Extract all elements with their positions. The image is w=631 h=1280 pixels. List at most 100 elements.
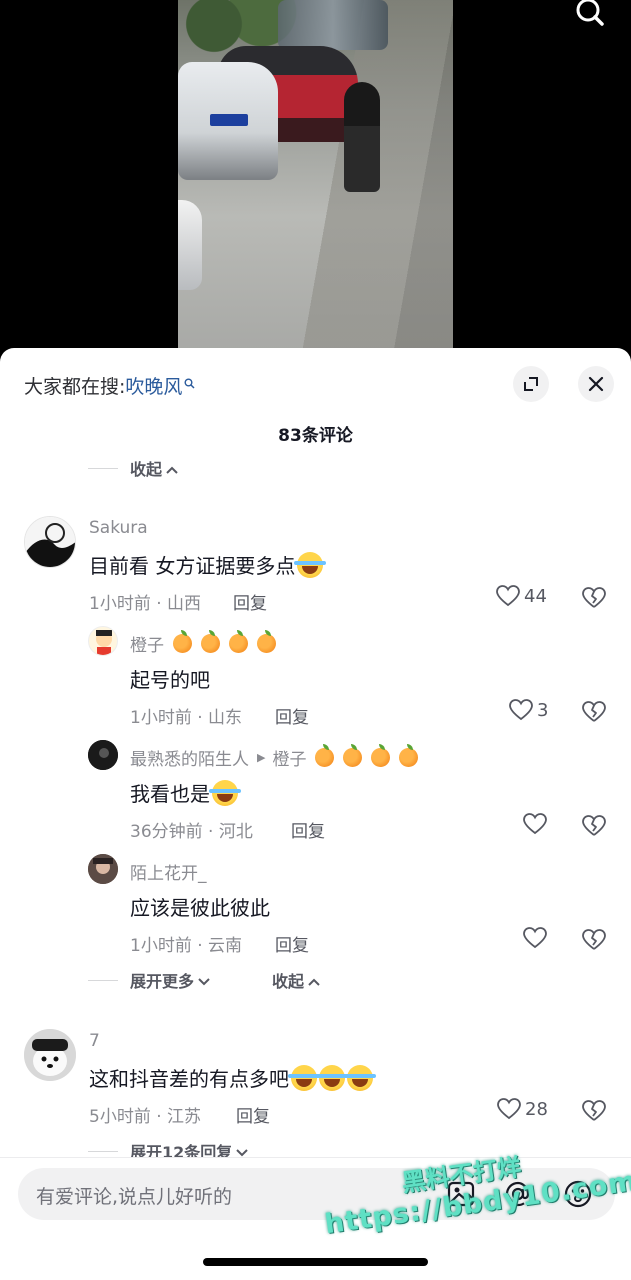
expand-button[interactable] bbox=[513, 366, 549, 402]
avatar[interactable] bbox=[88, 854, 118, 884]
like-button[interactable] bbox=[523, 813, 547, 835]
everyone-search-prefix: 大家都在搜: bbox=[24, 376, 126, 398]
reply-username[interactable]: 橙子 bbox=[130, 630, 276, 656]
reply-button[interactable]: 回复 bbox=[275, 703, 309, 728]
comment-meta: 5小时前 · 江苏 bbox=[89, 1107, 202, 1127]
heart-icon bbox=[497, 1098, 521, 1120]
dislike-button[interactable] bbox=[581, 1100, 607, 1126]
reply-button[interactable]: 回复 bbox=[291, 817, 325, 842]
like-count: 3 bbox=[537, 699, 549, 721]
broken-heart-icon bbox=[582, 587, 606, 608]
orange-emoji-icon bbox=[229, 630, 248, 653]
expand-more-label: 展开更多 bbox=[130, 972, 195, 991]
everyone-search-keyword[interactable]: 吹晚风 bbox=[125, 376, 182, 398]
image-icon[interactable] bbox=[445, 1178, 477, 1210]
emoji-icon[interactable] bbox=[562, 1178, 594, 1210]
video-player[interactable] bbox=[0, 0, 631, 360]
comment-count-title: 83条评论 bbox=[278, 426, 353, 446]
search-icon[interactable] bbox=[570, 0, 610, 30]
like-button[interactable]: 28 bbox=[497, 1098, 548, 1120]
reply-button[interactable]: 回复 bbox=[236, 1102, 270, 1127]
laugh-cry-emoji-icon bbox=[288, 1064, 320, 1091]
orange-emoji-icon bbox=[201, 630, 220, 653]
video-cars-back bbox=[278, 0, 388, 50]
heart-icon bbox=[496, 585, 520, 607]
dislike-button[interactable] bbox=[581, 701, 607, 727]
reply-meta: 36分钟前 · 河北 bbox=[130, 822, 253, 842]
close-icon bbox=[588, 376, 604, 392]
orange-emoji-icon bbox=[371, 744, 391, 767]
like-count: 44 bbox=[524, 585, 547, 607]
comment-input[interactable]: 有爱评论,说点儿好听的 bbox=[18, 1168, 615, 1220]
comment-input-placeholder: 有爱评论,说点儿好听的 bbox=[36, 1186, 233, 1208]
like-button[interactable] bbox=[523, 927, 547, 949]
laugh-cry-emoji-icon bbox=[294, 551, 327, 578]
comment-text: 这和抖音差的有点多吧 bbox=[89, 1063, 376, 1092]
broken-heart-icon bbox=[582, 815, 606, 836]
bottom-divider bbox=[0, 1157, 631, 1158]
heart-icon bbox=[509, 699, 533, 721]
reply-text: 我看也是 bbox=[130, 778, 241, 807]
orange-emoji-icon bbox=[173, 630, 192, 653]
divider-line bbox=[88, 979, 118, 981]
chevron-down-icon bbox=[198, 971, 210, 990]
heart-icon bbox=[523, 813, 547, 835]
comment-username[interactable]: 7 bbox=[89, 1031, 100, 1051]
reply-text-content: 我看也是 bbox=[130, 782, 210, 806]
collapse-label: 收起 bbox=[272, 972, 305, 991]
everyone-search-bar[interactable]: 大家都在搜:吹晚风 bbox=[24, 372, 195, 399]
collapse-label: 收起 bbox=[130, 460, 163, 479]
comment-text-content: 目前看 女方证据要多点 bbox=[89, 554, 296, 578]
collapse-replies-button[interactable]: 收起 bbox=[272, 968, 320, 992]
dislike-button[interactable] bbox=[581, 587, 607, 613]
reply-username[interactable]: 陌上花开_ bbox=[130, 859, 207, 884]
reply-button[interactable]: 回复 bbox=[275, 931, 309, 956]
reply-username-text: 橙子 bbox=[130, 636, 164, 656]
reply-username-text: 最熟悉的陌生人 bbox=[130, 750, 249, 770]
comment-text-content: 这和抖音差的有点多吧 bbox=[89, 1067, 289, 1091]
avatar[interactable] bbox=[24, 1029, 76, 1081]
reply-text: 应该是彼此彼此 bbox=[130, 896, 270, 920]
laugh-cry-emoji-icon bbox=[316, 1064, 348, 1091]
like-button[interactable]: 3 bbox=[509, 699, 548, 721]
avatar[interactable] bbox=[88, 740, 118, 770]
divider-line bbox=[88, 467, 118, 469]
dislike-button[interactable] bbox=[581, 815, 607, 841]
mention-icon[interactable] bbox=[502, 1178, 534, 1210]
orange-emoji-icon bbox=[399, 744, 419, 767]
comment-sheet: 大家都在搜:吹晚风 83条评论 收起 Sakura 目前看 女方证据要多点 1小… bbox=[0, 348, 631, 1280]
small-search-icon bbox=[184, 372, 195, 394]
avatar[interactable] bbox=[24, 516, 76, 568]
avatar[interactable] bbox=[88, 626, 118, 656]
video-frame[interactable] bbox=[178, 0, 453, 360]
comment-username[interactable]: Sakura bbox=[89, 518, 148, 538]
reply-arrow-icon: ▶ bbox=[257, 751, 266, 764]
reply-meta: 1小时前 · 云南 bbox=[130, 936, 243, 956]
comment-meta: 1小时前 · 山西 bbox=[89, 594, 202, 614]
close-button[interactable] bbox=[578, 366, 614, 402]
reply-text: 起号的吧 bbox=[130, 668, 210, 692]
orange-emoji-icon bbox=[257, 630, 276, 653]
dislike-button[interactable] bbox=[581, 929, 607, 955]
video-person bbox=[344, 82, 380, 192]
reply-username[interactable]: 最熟悉的陌生人 ▶ 橙子 bbox=[130, 744, 419, 770]
broken-heart-icon bbox=[582, 1100, 606, 1121]
home-indicator[interactable] bbox=[203, 1258, 428, 1266]
video-white-car-2 bbox=[178, 200, 202, 290]
divider-line bbox=[88, 1150, 118, 1152]
like-button[interactable]: 44 bbox=[496, 585, 547, 607]
expand-more-button[interactable]: 展开更多 bbox=[88, 968, 210, 992]
broken-heart-icon bbox=[582, 701, 606, 722]
heart-icon bbox=[523, 927, 547, 949]
reply-to-username[interactable]: 橙子 bbox=[272, 745, 306, 770]
chevron-up-icon bbox=[308, 971, 320, 990]
like-count: 28 bbox=[525, 1098, 548, 1120]
expand-icon bbox=[524, 377, 538, 391]
reply-meta: 1小时前 · 山东 bbox=[130, 708, 243, 728]
orange-emoji-icon bbox=[343, 744, 363, 767]
orange-emoji-icon bbox=[315, 744, 335, 767]
laugh-cry-emoji-icon bbox=[344, 1064, 376, 1091]
collapse-top-button[interactable]: 收起 bbox=[88, 456, 178, 480]
broken-heart-icon bbox=[582, 929, 606, 950]
reply-button[interactable]: 回复 bbox=[233, 589, 267, 614]
